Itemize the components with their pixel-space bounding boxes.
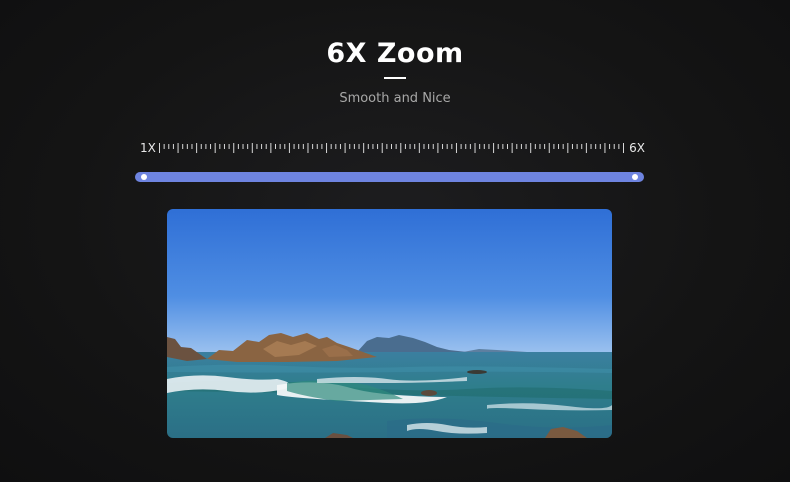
zoom-range-slider[interactable] — [135, 172, 644, 182]
title-underline — [384, 77, 406, 79]
page-subtitle: Smooth and Nice — [339, 91, 451, 106]
zoom-start-handle-icon[interactable] — [141, 174, 147, 180]
zoom-max-label: 6X — [629, 141, 645, 155]
zoom-ruler-ticks — [159, 143, 624, 153]
zoom-end-handle-icon[interactable] — [632, 174, 638, 180]
preview-photo — [167, 209, 612, 438]
seascape-image — [167, 209, 612, 438]
zoom-ruler: 1X 6X — [140, 140, 645, 156]
zoom-slider-fill — [135, 172, 644, 182]
page-title: 6X Zoom — [326, 38, 464, 69]
zoom-min-label: 1X — [140, 141, 156, 155]
